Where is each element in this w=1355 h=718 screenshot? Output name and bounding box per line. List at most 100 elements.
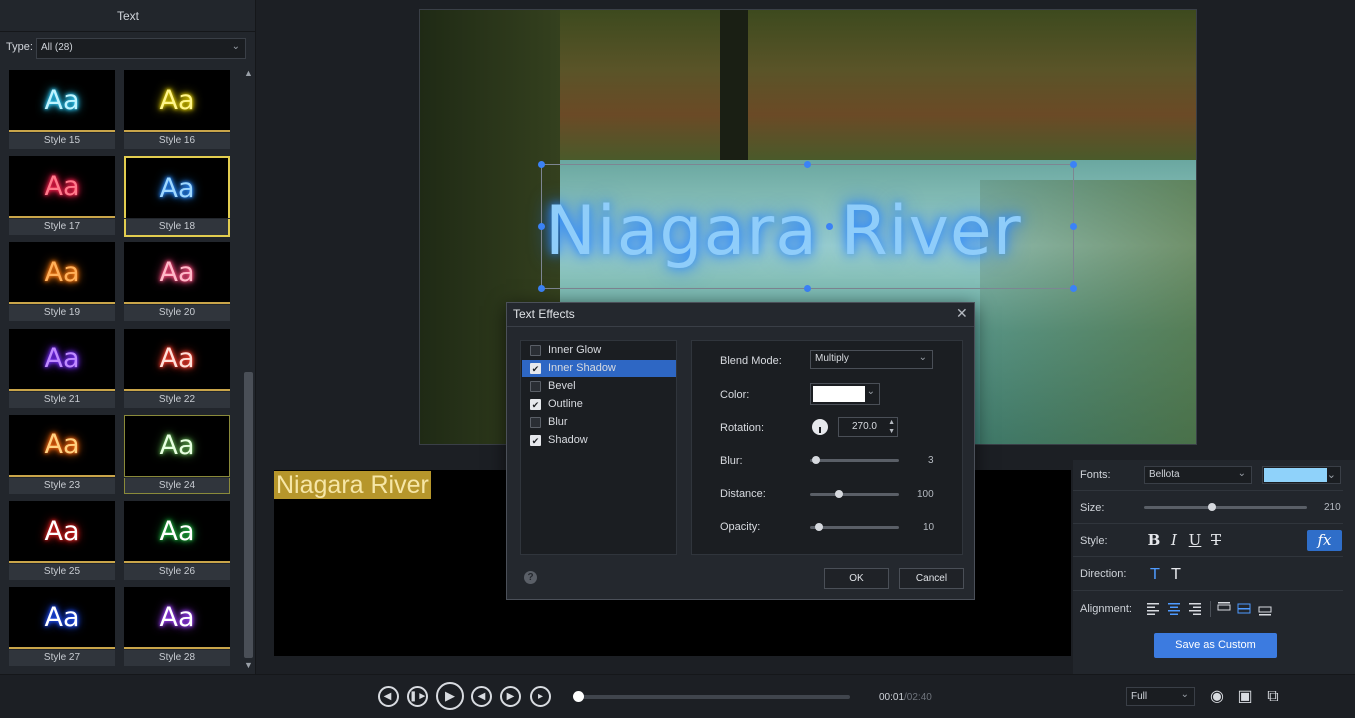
- scrollbar-thumb[interactable]: [244, 372, 253, 658]
- style-tile[interactable]: Aa Style 18: [124, 156, 230, 238]
- resize-handle-b[interactable]: [804, 285, 811, 292]
- effect-checkbox[interactable]: ✔: [530, 363, 541, 374]
- style-tile[interactable]: Aa Style 23: [9, 414, 115, 495]
- text-color-picker[interactable]: ⌄: [1262, 466, 1341, 484]
- resize-handle-tr[interactable]: [1070, 161, 1077, 168]
- resize-handle-r[interactable]: [1070, 223, 1077, 230]
- effect-item[interactable]: Inner Glow: [522, 342, 676, 359]
- rotation-input[interactable]: 270.0 ▲ ▼: [838, 417, 898, 437]
- help-icon[interactable]: ?: [524, 571, 537, 584]
- align-middle-icon[interactable]: [1237, 603, 1251, 614]
- effect-item[interactable]: ✔ Shadow: [522, 432, 676, 449]
- style-label: Style 21: [9, 391, 115, 408]
- effect-item[interactable]: ✔ Outline: [522, 396, 676, 413]
- close-icon[interactable]: ✕: [956, 305, 968, 322]
- effect-checkbox[interactable]: ✔: [530, 435, 541, 446]
- ok-button[interactable]: OK: [824, 568, 889, 589]
- distance-slider[interactable]: [810, 493, 899, 496]
- resize-handle-br[interactable]: [1070, 285, 1077, 292]
- zoom-select[interactable]: Full ⌄: [1126, 687, 1195, 706]
- size-slider[interactable]: [1144, 506, 1307, 509]
- style-tile[interactable]: Aa Style 27: [9, 587, 115, 667]
- align-bottom-icon[interactable]: [1258, 606, 1272, 616]
- resize-handle-bl[interactable]: [538, 285, 545, 292]
- text-effects-button[interactable]: fx: [1307, 530, 1342, 551]
- style-label: Style 18: [124, 219, 230, 238]
- style-preview: Aa: [124, 242, 230, 305]
- style-tile[interactable]: Aa Style 21: [9, 328, 115, 409]
- font-select[interactable]: Bellota ⌄: [1144, 466, 1252, 484]
- skip-end-icon[interactable]: ▶: [500, 686, 521, 707]
- style-label: Style 22: [124, 391, 230, 408]
- font-select-value: Bellota: [1149, 469, 1180, 480]
- playback-progress-knob[interactable]: [573, 691, 584, 702]
- italic-button[interactable]: I: [1164, 530, 1184, 550]
- underline-button[interactable]: U: [1185, 530, 1205, 550]
- text-edit-selection[interactable]: Niagara River: [274, 471, 431, 499]
- save-as-custom-button[interactable]: Save as Custom: [1154, 633, 1277, 658]
- opacity-slider[interactable]: [810, 526, 899, 529]
- rotation-dial-icon[interactable]: [812, 419, 828, 435]
- opacity-slider-knob[interactable]: [814, 523, 823, 531]
- effect-checkbox[interactable]: [530, 345, 541, 356]
- cancel-button[interactable]: Cancel: [899, 568, 964, 589]
- chevron-down-icon: ⌄: [866, 386, 875, 397]
- effect-item[interactable]: ✔ Inner Shadow: [522, 360, 676, 377]
- spin-down-icon[interactable]: ▼: [888, 425, 895, 439]
- style-preview: Aa: [9, 414, 115, 477]
- rewind-icon[interactable]: ◀: [378, 686, 399, 707]
- pop-out-window-icon[interactable]: ⧉: [1264, 688, 1282, 706]
- fullscreen-icon[interactable]: ▣: [1236, 688, 1254, 706]
- resize-handle-tl[interactable]: [538, 161, 545, 168]
- bold-button[interactable]: B: [1144, 530, 1164, 550]
- type-select[interactable]: All (28) ⌄: [36, 38, 246, 59]
- effect-checkbox[interactable]: [530, 417, 541, 428]
- volume-icon[interactable]: ▸: [530, 686, 551, 707]
- effect-item[interactable]: Blur: [522, 414, 676, 431]
- style-tile[interactable]: Aa Style 16: [124, 70, 230, 150]
- strikethrough-button[interactable]: T: [1206, 530, 1226, 550]
- time-total: /02:40: [904, 692, 932, 703]
- text-effects-dialog: Text Effects ✕ Inner Glow ✔ Inner Shadow Be…: [506, 302, 975, 600]
- snapshot-camera-icon[interactable]: ◉: [1208, 688, 1226, 706]
- align-top-icon[interactable]: [1217, 602, 1231, 611]
- style-tile[interactable]: Aa Style 22: [124, 328, 230, 409]
- style-preview: Aa: [124, 156, 230, 219]
- blend-mode-select[interactable]: Multiply ⌄: [810, 350, 933, 369]
- effect-checkbox[interactable]: ✔: [530, 399, 541, 410]
- blur-slider-knob[interactable]: [811, 456, 820, 464]
- opacity-value: 10: [923, 522, 935, 533]
- style-tile[interactable]: Aa Style 17: [9, 156, 115, 236]
- step-back-icon[interactable]: ❚►: [407, 686, 428, 707]
- distance-slider-knob[interactable]: [835, 490, 844, 498]
- resize-handle-l[interactable]: [538, 223, 545, 230]
- shadow-color-swatch: [813, 386, 865, 402]
- rotate-handle[interactable]: [826, 223, 833, 230]
- play-icon[interactable]: ▶: [436, 682, 464, 710]
- style-tile[interactable]: Aa Style 20: [124, 242, 230, 322]
- shadow-color-picker[interactable]: ⌄: [810, 383, 880, 405]
- style-tile[interactable]: Aa Style 26: [124, 501, 230, 581]
- align-left-icon[interactable]: [1147, 603, 1159, 615]
- style-tile[interactable]: Aa Style 19: [9, 242, 115, 322]
- effect-checkbox[interactable]: [530, 381, 541, 392]
- effect-item[interactable]: Bevel: [522, 378, 676, 395]
- style-tile[interactable]: Aa Style 28: [124, 587, 230, 667]
- align-center-icon[interactable]: [1168, 603, 1180, 615]
- text-selection-box[interactable]: [538, 161, 1077, 292]
- style-tile[interactable]: Aa Style 24: [124, 414, 230, 495]
- style-label: Style 23: [9, 477, 115, 494]
- resize-handle-t[interactable]: [804, 161, 811, 168]
- skip-start-icon[interactable]: ◀: [471, 686, 492, 707]
- scroll-down-arrow-icon[interactable]: ▼: [243, 660, 254, 672]
- style-tile[interactable]: Aa Style 25: [9, 501, 115, 581]
- blur-slider[interactable]: [810, 459, 899, 462]
- align-right-icon[interactable]: [1189, 603, 1201, 615]
- scroll-up-arrow-icon[interactable]: ▲: [243, 68, 254, 80]
- playback-progress-bar[interactable]: [578, 695, 850, 699]
- vertical-text-icon[interactable]: T: [1166, 564, 1186, 584]
- style-tile[interactable]: Aa Style 15: [9, 70, 115, 150]
- horizontal-text-icon[interactable]: T: [1145, 564, 1165, 584]
- style-label: Style 20: [124, 305, 230, 322]
- style-preview: Aa: [124, 501, 230, 563]
